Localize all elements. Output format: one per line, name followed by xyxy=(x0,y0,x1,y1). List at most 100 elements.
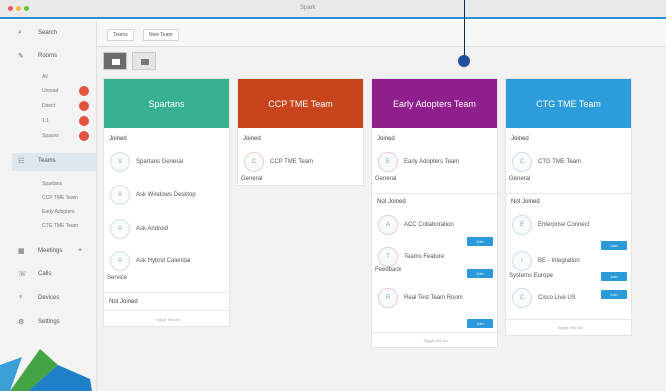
room-name: Ask Android xyxy=(136,226,169,232)
grid-view-toggle[interactable] xyxy=(103,52,127,70)
room-avatar: T xyxy=(378,247,398,267)
list-view-toggle[interactable] xyxy=(132,52,156,70)
room-avatar: A xyxy=(110,185,130,205)
minimize-window-button[interactable] xyxy=(16,6,21,11)
spark-logo xyxy=(0,349,92,391)
toggle-list-link[interactable]: Toggle this list xyxy=(372,338,499,343)
room-name-continued: General xyxy=(375,176,397,182)
joined-label: Joined xyxy=(109,136,127,142)
list-icon xyxy=(141,59,149,65)
room-name: Teams Feature xyxy=(404,254,445,260)
maximize-window-button[interactable] xyxy=(24,6,29,11)
main-area: Teams New Team Spartans Joined S Spartan… xyxy=(97,21,666,391)
divider xyxy=(372,193,499,194)
join-button[interactable]: Join xyxy=(467,269,493,278)
join-button[interactable]: Join xyxy=(601,272,627,281)
team-card-header[interactable]: Spartans xyxy=(104,79,229,128)
search-icon: ⌕ xyxy=(18,29,22,36)
sidebar-item-teams[interactable]: Teams xyxy=(38,158,56,164)
room-avatar: A xyxy=(110,251,130,271)
sidebar-item-meetings[interactable]: Meetings xyxy=(38,248,62,254)
room-item[interactable]: A Ask Windows Desktop xyxy=(104,185,231,215)
team-card-title: CCP TME Team xyxy=(268,98,333,109)
callout-marker xyxy=(458,55,470,67)
sidebar-item-search[interactable]: Search xyxy=(38,30,57,36)
rooms-sub-unread[interactable]: Unread xyxy=(42,88,58,94)
direct-badge xyxy=(79,101,89,111)
room-name: Spartans General xyxy=(136,159,184,165)
room-item[interactable]: A Ask Hybrid Calendar Service xyxy=(104,251,231,281)
room-item[interactable]: T Teams Feature Feedback Join xyxy=(372,247,499,278)
tab-teams[interactable]: Teams xyxy=(107,29,134,41)
room-name-continued: Feedback xyxy=(375,267,402,273)
room-name: CCP TME Team xyxy=(270,159,314,165)
join-button[interactable]: Join xyxy=(601,241,627,250)
room-name: CTG TME Team xyxy=(538,159,582,165)
rooms-sub-direct[interactable]: Direct xyxy=(42,103,55,109)
rooms-sub-all[interactable]: All xyxy=(42,74,48,80)
team-card-ccp[interactable]: CCP TME Team Joined C CCP TME Team Gener… xyxy=(237,78,364,186)
room-avatar: E xyxy=(512,215,532,235)
room-avatar: S xyxy=(110,152,130,172)
room-item[interactable]: C CCP TME Team General xyxy=(238,152,365,182)
add-meeting-icon[interactable]: + xyxy=(78,247,82,254)
room-name-continued: General xyxy=(509,176,531,182)
team-card-early-adopters[interactable]: Early Adopters Team Joined E Early Adopt… xyxy=(371,78,499,348)
teams-sub-ctg[interactable]: CTG TME Team xyxy=(42,223,78,229)
room-name-continued: Service xyxy=(107,275,128,281)
rooms-sub-1-1[interactable]: 1:1 xyxy=(42,118,49,124)
team-card-title: CTG TME Team xyxy=(536,98,601,109)
room-item[interactable]: C CTG TME Team General xyxy=(506,152,633,182)
joined-label: Joined xyxy=(243,136,261,142)
tab-new-team[interactable]: New Team xyxy=(143,29,179,41)
room-item[interactable]: E Early Adopters Team General xyxy=(372,152,499,182)
room-avatar: C xyxy=(244,152,264,172)
sidebar-item-calls[interactable]: Calls xyxy=(38,271,51,277)
team-card-header[interactable]: Early Adopters Team xyxy=(372,79,497,128)
room-avatar: I xyxy=(512,251,532,271)
rooms-sub-spaces[interactable]: Spaces xyxy=(42,133,59,139)
join-button[interactable]: Join xyxy=(601,290,627,299)
unread-badge xyxy=(79,86,89,96)
divider xyxy=(506,193,633,194)
team-card-ctg[interactable]: CTG TME Team Joined C CTG TME Team Gener… xyxy=(505,78,633,336)
team-card-title: Spartans xyxy=(148,98,185,109)
sidebar-item-devices[interactable]: Devices xyxy=(38,295,59,301)
window-title: Spark xyxy=(300,5,316,11)
room-name: Real Test Team Room xyxy=(404,295,463,301)
room-item[interactable]: R Real Test Team Room Join xyxy=(372,288,499,328)
room-avatar: R xyxy=(378,288,398,308)
sidebar-item-settings[interactable]: Settings xyxy=(38,319,60,325)
sidebar-item-rooms[interactable]: Rooms xyxy=(38,53,57,59)
room-item[interactable]: I BE - Integration Systems Europe Join xyxy=(506,251,633,281)
toggle-list-link[interactable]: Toggle this list xyxy=(104,317,231,322)
team-card-header[interactable]: CTG TME Team xyxy=(506,79,631,128)
join-button[interactable]: Join xyxy=(467,237,493,246)
room-item[interactable]: S Spartans General xyxy=(104,152,231,182)
room-name: Enterprise Connect xyxy=(538,222,590,228)
room-name-continued: General xyxy=(241,176,263,182)
room-item[interactable]: A Ask Android xyxy=(104,219,231,249)
teams-sub-early-adopters[interactable]: Early Adopters xyxy=(42,209,75,215)
room-name: Ask Hybrid Calendar xyxy=(136,258,192,264)
settings-icon: ⚙ xyxy=(18,319,25,326)
team-card-header[interactable]: CCP TME Team xyxy=(238,79,363,128)
room-name: ACC Collaboration xyxy=(404,222,454,228)
room-item[interactable]: C Cisco Live US Join xyxy=(506,288,633,318)
teams-sub-spartans[interactable]: Spartans xyxy=(42,181,62,187)
join-button[interactable]: Join xyxy=(467,319,493,328)
not-joined-label: Not Joined xyxy=(377,199,406,205)
divider xyxy=(104,310,231,311)
sidebar: ⌕ Search ✎ Rooms All Unread Direct 1:1 S… xyxy=(0,21,97,391)
team-card-spartans[interactable]: Spartans Joined S Spartans General A Ask… xyxy=(103,78,231,327)
teams-sub-ccp[interactable]: CCP TME Team xyxy=(42,195,78,201)
room-avatar: A xyxy=(110,219,130,239)
meetings-icon: ▦ xyxy=(18,248,25,255)
room-item[interactable]: A ACC Collaboration Join xyxy=(372,215,499,246)
toggle-list-link[interactable]: Toggle this list xyxy=(506,325,633,330)
close-window-button[interactable] xyxy=(8,6,13,11)
room-item[interactable]: E Enterprise Connect Join xyxy=(506,215,633,250)
spaces-badge xyxy=(79,131,89,141)
joined-label: Joined xyxy=(377,136,395,142)
team-card-title: Early Adopters Team xyxy=(393,98,476,109)
